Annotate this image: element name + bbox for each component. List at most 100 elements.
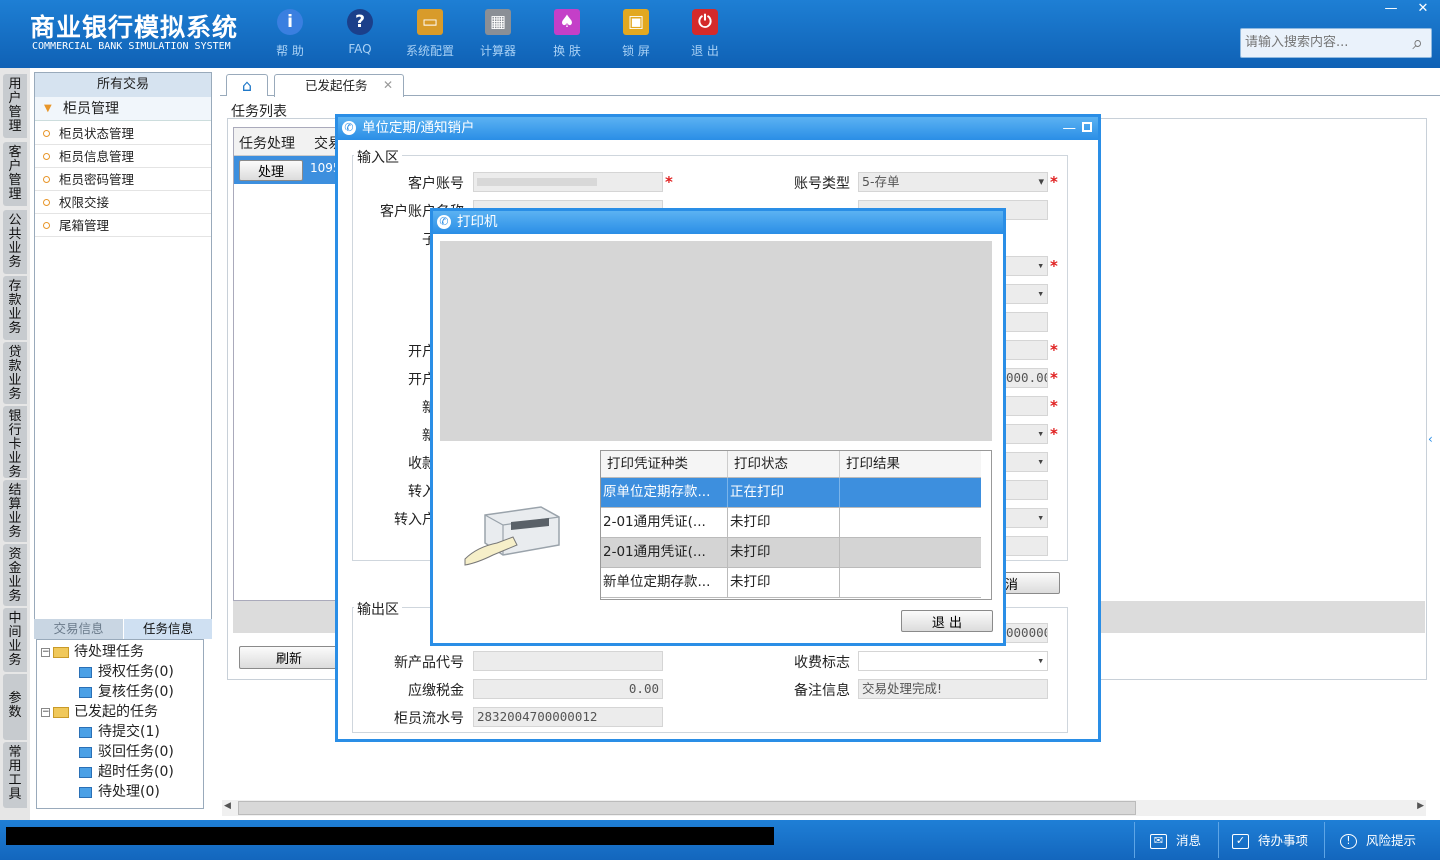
process-button[interactable]: 处理: [239, 160, 303, 181]
new-voucher-field[interactable]: [1002, 396, 1048, 416]
lock-icon: ▣: [623, 9, 649, 35]
divider: [1218, 822, 1219, 858]
document-icon: [79, 666, 92, 678]
tree-node-pending[interactable]: − 待处理任务: [41, 642, 144, 662]
tree-node-review[interactable]: 复核任务(0): [79, 682, 174, 702]
vtab-parameters[interactable]: 参数: [3, 674, 27, 740]
teller-serial-field: 2832004700000012: [473, 707, 663, 727]
table-row[interactable]: 2-01通用凭证(... 未打印: [601, 508, 981, 538]
vtab-user-management[interactable]: 用户管理: [3, 74, 27, 138]
all-transactions-header[interactable]: 所有交易: [35, 73, 211, 97]
chat-bubble-icon: !: [1340, 834, 1357, 849]
system-config-button[interactable]: ▭ 系统配置: [398, 6, 462, 62]
minimize-icon[interactable]: —: [1063, 117, 1077, 139]
collapse-icon[interactable]: −: [41, 647, 50, 657]
output-customer-field: 000000: [1002, 623, 1048, 643]
teller-management-section[interactable]: ▼ 柜员管理: [35, 97, 211, 121]
tab-initiated-tasks[interactable]: 已发起任务 ✕: [274, 74, 404, 97]
help-button[interactable]: i 帮 助: [258, 6, 322, 62]
required-mark: *: [665, 173, 673, 191]
table-row[interactable]: 2-01通用凭证(... 未打印: [601, 538, 981, 568]
search-icon[interactable]: ⌕: [1412, 32, 1423, 54]
exit-button[interactable]: ⏻ 退 出: [673, 6, 737, 62]
table-row[interactable]: 处理 1095: [234, 156, 342, 184]
vtab-common-tools[interactable]: 常用工具: [3, 742, 27, 808]
tab-task-info[interactable]: 任务信息: [123, 619, 212, 639]
messages-button[interactable]: ✉ 消息: [1150, 830, 1201, 849]
tree-node-authorization[interactable]: 授权任务(0): [79, 662, 174, 682]
risk-alert-button[interactable]: ! 风险提示: [1340, 830, 1416, 849]
bullet-icon: [43, 222, 50, 229]
search-input[interactable]: [1245, 35, 1405, 50]
menu-item-teller-password[interactable]: 柜员密码管理: [35, 168, 211, 191]
close-tab-icon[interactable]: ✕: [383, 75, 393, 96]
payee-select[interactable]: [1002, 452, 1048, 472]
new-voucher-select[interactable]: [1002, 424, 1048, 444]
label-customer-account: 客户账号: [408, 176, 464, 192]
scrollbar-thumb[interactable]: [238, 801, 1136, 815]
maturity-field[interactable]: [1002, 312, 1048, 332]
voucher-field-1[interactable]: [1002, 340, 1048, 360]
collapse-icon[interactable]: −: [41, 707, 50, 717]
vtab-customer-management[interactable]: 客户管理: [3, 142, 27, 206]
menu-item-permission-handover[interactable]: 权限交接: [35, 191, 211, 214]
change-skin-button[interactable]: ♠ 换 肤: [535, 6, 599, 62]
vtab-intermediary-business[interactable]: 中间业务: [3, 608, 27, 672]
table-row[interactable]: 新单位定期存款... 未打印: [601, 568, 981, 598]
fee-flag-select[interactable]: [858, 651, 1048, 671]
collapse-right-icon[interactable]: ‹: [1428, 432, 1433, 446]
tree-node-rejected[interactable]: 驳回任务(0): [79, 742, 174, 762]
todo-button[interactable]: ✓ 待办事项: [1232, 830, 1308, 849]
calculator-button[interactable]: ▦ 计算器: [466, 6, 530, 62]
remark-field: 交易处理完成!: [858, 679, 1048, 699]
question-icon: ?: [347, 9, 373, 35]
vtab-bank-card-business[interactable]: 银行卡业务: [3, 406, 27, 478]
close-window-button[interactable]: ✕: [1408, 0, 1438, 18]
col-header-print-result: 打印结果: [840, 451, 981, 478]
transfer-account-field[interactable]: [1002, 480, 1048, 500]
label-tax: 应缴税金: [408, 683, 464, 699]
bullet-icon: [43, 130, 50, 137]
search-box[interactable]: ⌕: [1240, 28, 1432, 58]
document-icon: [79, 766, 92, 778]
currency-select[interactable]: [1002, 256, 1048, 276]
checkbox-icon: ✓: [1232, 834, 1249, 849]
faq-button[interactable]: ? FAQ: [328, 6, 392, 62]
grid-header-task: 任务处理: [239, 136, 295, 152]
tree-node-initiated[interactable]: − 已发起的任务: [41, 702, 158, 722]
product-select[interactable]: [1002, 284, 1048, 304]
tree-node-timeout[interactable]: 超时任务(0): [79, 762, 174, 782]
scroll-right-icon[interactable]: ▶: [1417, 801, 1424, 811]
customer-account-field[interactable]: [473, 172, 663, 192]
vtab-loan-business[interactable]: 贷款业务: [3, 342, 27, 404]
vtab-fund-business[interactable]: 资金业务: [3, 544, 27, 606]
bullet-icon: [43, 199, 50, 206]
transfer-currency-select[interactable]: [1002, 508, 1048, 528]
vtab-deposit-business[interactable]: 存款业务: [3, 276, 27, 340]
tab-home[interactable]: ⌂: [226, 74, 268, 96]
power-icon: ⏻: [692, 9, 718, 35]
cancel-button[interactable]: 消: [1002, 572, 1060, 594]
summary-field[interactable]: [1002, 536, 1048, 556]
amount-field[interactable]: 000.00: [1002, 368, 1048, 388]
toolbox-icon: ▭: [417, 9, 443, 35]
printer-exit-button[interactable]: 退 出: [901, 610, 993, 632]
bullet-icon: [43, 176, 50, 183]
menu-item-teller-info[interactable]: 柜员信息管理: [35, 145, 211, 168]
tree-node-to-submit[interactable]: 待提交(1): [79, 722, 160, 742]
vtab-settlement-business[interactable]: 结算业务: [3, 480, 27, 542]
table-row[interactable]: 原单位定期存款... 正在打印: [601, 478, 981, 508]
tax-field: 0.00: [473, 679, 663, 699]
scroll-left-icon[interactable]: ◀: [224, 801, 231, 811]
account-type-select[interactable]: 5-存单: [858, 172, 1048, 192]
task-grid: 任务处理 交易 处理 1095: [233, 127, 343, 601]
vtab-public-business[interactable]: 公共业务: [3, 210, 27, 274]
minimize-window-button[interactable]: —: [1376, 0, 1406, 18]
tab-transaction-info[interactable]: 交易信息: [34, 619, 123, 639]
menu-item-teller-status[interactable]: 柜员状态管理: [35, 122, 211, 145]
lock-screen-button[interactable]: ▣ 锁 屏: [604, 6, 668, 62]
refresh-button[interactable]: 刷新: [239, 646, 339, 669]
menu-item-tail-box[interactable]: 尾箱管理: [35, 214, 211, 237]
maximize-icon[interactable]: [1082, 122, 1092, 132]
tree-node-to-process[interactable]: 待处理(0): [79, 782, 160, 802]
